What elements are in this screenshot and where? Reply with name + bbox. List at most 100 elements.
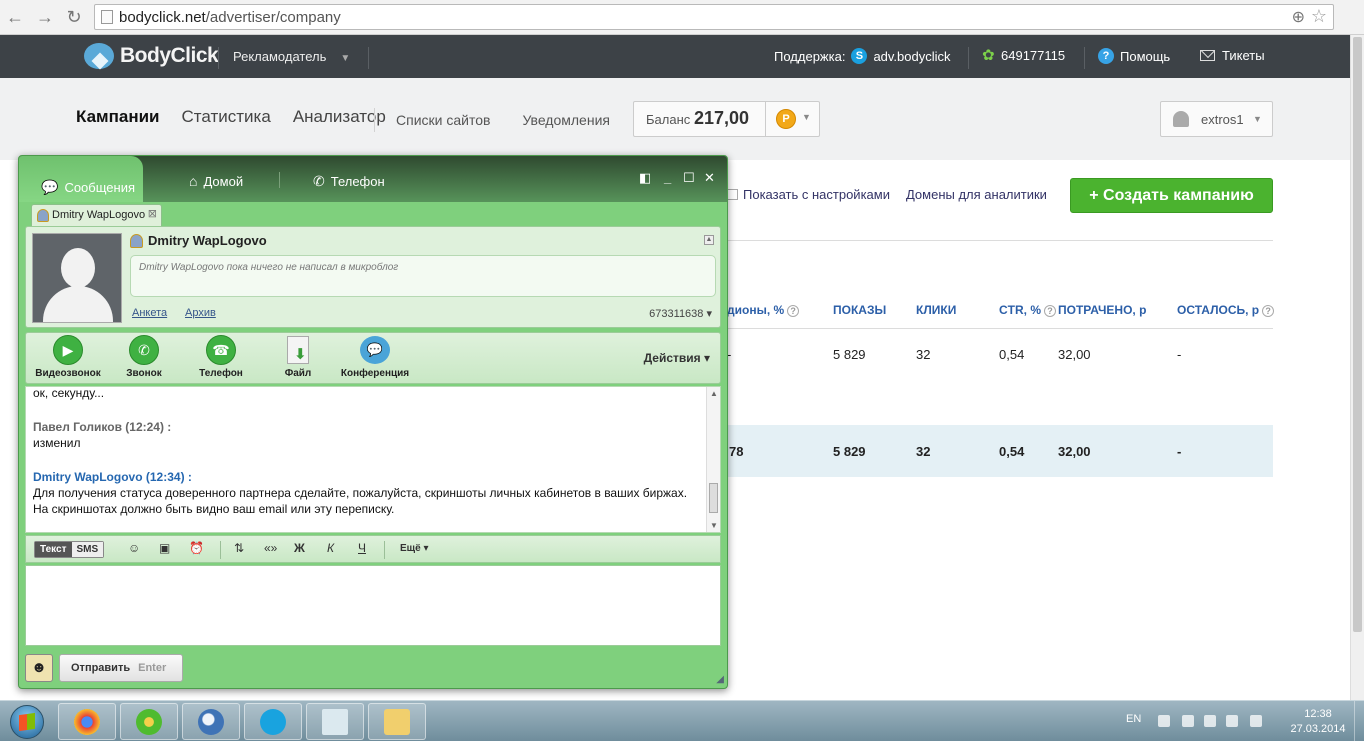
nav-statistics[interactable]: Статистика xyxy=(182,107,271,127)
phone-button[interactable]: ☎ Телефон xyxy=(181,335,261,379)
scroll-down-icon[interactable]: ▼ xyxy=(710,521,718,530)
analytics-domains-link[interactable]: Домены для аналитики xyxy=(906,187,1047,202)
volume-icon[interactable] xyxy=(1250,715,1262,727)
url-text: bodyclick.net/advertiser/company xyxy=(119,9,341,26)
reload-button[interactable]: ↻ xyxy=(63,6,85,28)
scrollbar-thumb[interactable] xyxy=(1353,37,1362,632)
network-signal-icon[interactable] xyxy=(1226,715,1238,727)
col-header-clicks[interactable]: КЛИКИ xyxy=(916,303,956,317)
col-header-impressions[interactable]: ПОКАЗЫ xyxy=(833,303,886,317)
conference-icon: 💬 xyxy=(360,336,390,364)
explorer-taskbar-item[interactable] xyxy=(368,703,426,740)
page-scrollbar[interactable] xyxy=(1350,35,1364,700)
support-icq[interactable]: ✿ 649177115 xyxy=(982,48,1066,64)
col-header-remaining[interactable]: ОСТАЛОСЬ, р? xyxy=(1177,303,1275,317)
usb-icon[interactable] xyxy=(1204,715,1216,727)
contact-photo[interactable] xyxy=(32,233,122,323)
chat-scrollbar[interactable]: ▲ ▼ xyxy=(706,387,720,532)
tickets-link[interactable]: Тикеты xyxy=(1200,48,1265,63)
show-desktop-button[interactable] xyxy=(1354,701,1364,741)
close-icon[interactable]: ✕ xyxy=(704,170,715,186)
bookmark-star-icon[interactable]: ☆ xyxy=(1311,6,1327,27)
chat-history[interactable]: ок, секунду... Павел Голиков (12:24) : и… xyxy=(25,386,721,533)
col-header-spent[interactable]: ПОТРАЧЕНО, р xyxy=(1058,303,1146,317)
actions-menu[interactable]: Действия ▾ xyxy=(644,351,710,365)
nav-divider xyxy=(374,108,375,132)
status-icon xyxy=(130,233,143,248)
alarm-icon[interactable]: ⏰ xyxy=(189,541,204,555)
nav-campaigns[interactable]: Кампании xyxy=(76,107,160,127)
phone-icon: ✆ xyxy=(129,335,159,365)
resize-grip-icon[interactable]: ◢ xyxy=(716,674,724,685)
restore-icon[interactable]: ◧ xyxy=(639,170,651,186)
conference-button[interactable]: 💬 Конференция xyxy=(335,335,415,379)
underline-button[interactable]: Ч xyxy=(358,541,366,555)
tab-messages[interactable]: 💬 Сообщения xyxy=(19,156,143,202)
scroll-up-icon[interactable]: ▲ xyxy=(710,389,718,398)
balance-widget: Баланс 217,00 Р ▼ xyxy=(633,101,820,137)
uin-dropdown[interactable]: 673311638 ▾ xyxy=(649,307,712,320)
col-header-ctr[interactable]: CTR, %? xyxy=(999,303,1056,317)
envelope-icon xyxy=(1200,50,1215,61)
support-skype[interactable]: Поддержка: S adv.bodyclick xyxy=(774,48,951,64)
user-menu[interactable]: extros1 ▼ xyxy=(1160,101,1273,137)
archive-link[interactable]: Архив xyxy=(185,307,216,319)
bold-button[interactable]: Ж xyxy=(294,541,305,555)
icq-taskbar-item[interactable] xyxy=(120,703,178,740)
chrome-taskbar-item[interactable] xyxy=(58,703,116,740)
show-settings-label[interactable]: Показать с настройками xyxy=(743,187,890,202)
nav-notifications[interactable]: Уведомления xyxy=(522,112,610,128)
total-cell: 32 xyxy=(916,444,931,459)
clock-time: 12:38 xyxy=(1304,708,1332,720)
divider xyxy=(727,328,1273,329)
translit-icon[interactable]: ⇅ xyxy=(234,541,244,555)
emoji-button[interactable]: ☻ xyxy=(25,654,53,682)
language-indicator[interactable]: EN xyxy=(1126,713,1141,725)
video-call-button[interactable]: ▶ Видеозвонок xyxy=(28,335,108,379)
message-text: Для получения статуса доверенного партне… xyxy=(33,486,688,516)
contact-tab[interactable]: Dmitry WapLogovo ⊠ xyxy=(31,204,162,226)
tv-icon[interactable]: ▣ xyxy=(159,541,170,555)
scroll-thumb[interactable] xyxy=(709,483,718,513)
send-button[interactable]: Отправить Enter xyxy=(59,654,183,682)
start-button[interactable] xyxy=(4,704,50,740)
clock[interactable]: 12:38 27.03.2014 xyxy=(1284,707,1352,737)
currency-dropdown[interactable]: Р ▼ xyxy=(765,101,820,137)
profile-link[interactable]: Анкета xyxy=(132,307,167,319)
message-input[interactable] xyxy=(25,565,721,646)
info-icon: ? xyxy=(1262,305,1275,317)
italic-button[interactable]: К xyxy=(327,541,334,555)
quote-button[interactable]: «» xyxy=(264,541,277,555)
smiley-icon[interactable]: ☺ xyxy=(128,541,140,555)
skype-taskbar-item[interactable] xyxy=(244,703,302,740)
thunderbird-taskbar-item[interactable] xyxy=(182,703,240,740)
header-divider xyxy=(368,47,369,69)
tab-phone[interactable]: ✆ Телефон xyxy=(313,173,385,190)
maximize-icon[interactable]: ☐ xyxy=(683,170,695,186)
nav-site-lists[interactable]: Списки сайтов xyxy=(396,112,490,128)
help-link[interactable]: ? Помощь xyxy=(1098,48,1170,64)
nav-analyzer[interactable]: Анализатор xyxy=(293,107,386,127)
close-tab-icon[interactable]: ⊠ xyxy=(148,207,157,220)
create-campaign-button[interactable]: + Создать кампанию xyxy=(1070,178,1273,213)
mode-text-button[interactable]: Текст xyxy=(35,542,72,557)
tab-home[interactable]: ⌂ Домой xyxy=(189,173,243,189)
icq-number: 649177115 xyxy=(1001,48,1066,63)
more-menu[interactable]: Ещё ▾ xyxy=(400,543,428,554)
zoom-icon[interactable]: ⊕ xyxy=(1292,7,1305,27)
call-button[interactable]: ✆ Звонок xyxy=(104,335,184,379)
show-settings-checkbox[interactable] xyxy=(727,189,738,200)
file-button[interactable]: Файл xyxy=(258,335,338,379)
collapse-icon[interactable]: ▲ xyxy=(704,235,714,245)
forward-button[interactable]: → xyxy=(34,6,56,28)
bodyclick-logo[interactable]: BodyClick xyxy=(84,43,219,69)
tray-arrow-icon[interactable] xyxy=(1158,715,1170,727)
address-bar[interactable]: bodyclick.net/advertiser/company ⊕ ☆ xyxy=(94,4,1334,30)
role-selector[interactable]: Рекламодатель ▼ xyxy=(233,49,350,64)
editor-taskbar-item[interactable] xyxy=(306,703,364,740)
back-button[interactable]: ← xyxy=(4,6,26,28)
dropbox-icon[interactable] xyxy=(1182,715,1194,727)
mode-sms-button[interactable]: SMS xyxy=(71,542,104,557)
col-header-conversions[interactable]: дионы, %? xyxy=(727,303,800,317)
minimize-icon[interactable]: _ xyxy=(664,170,671,185)
